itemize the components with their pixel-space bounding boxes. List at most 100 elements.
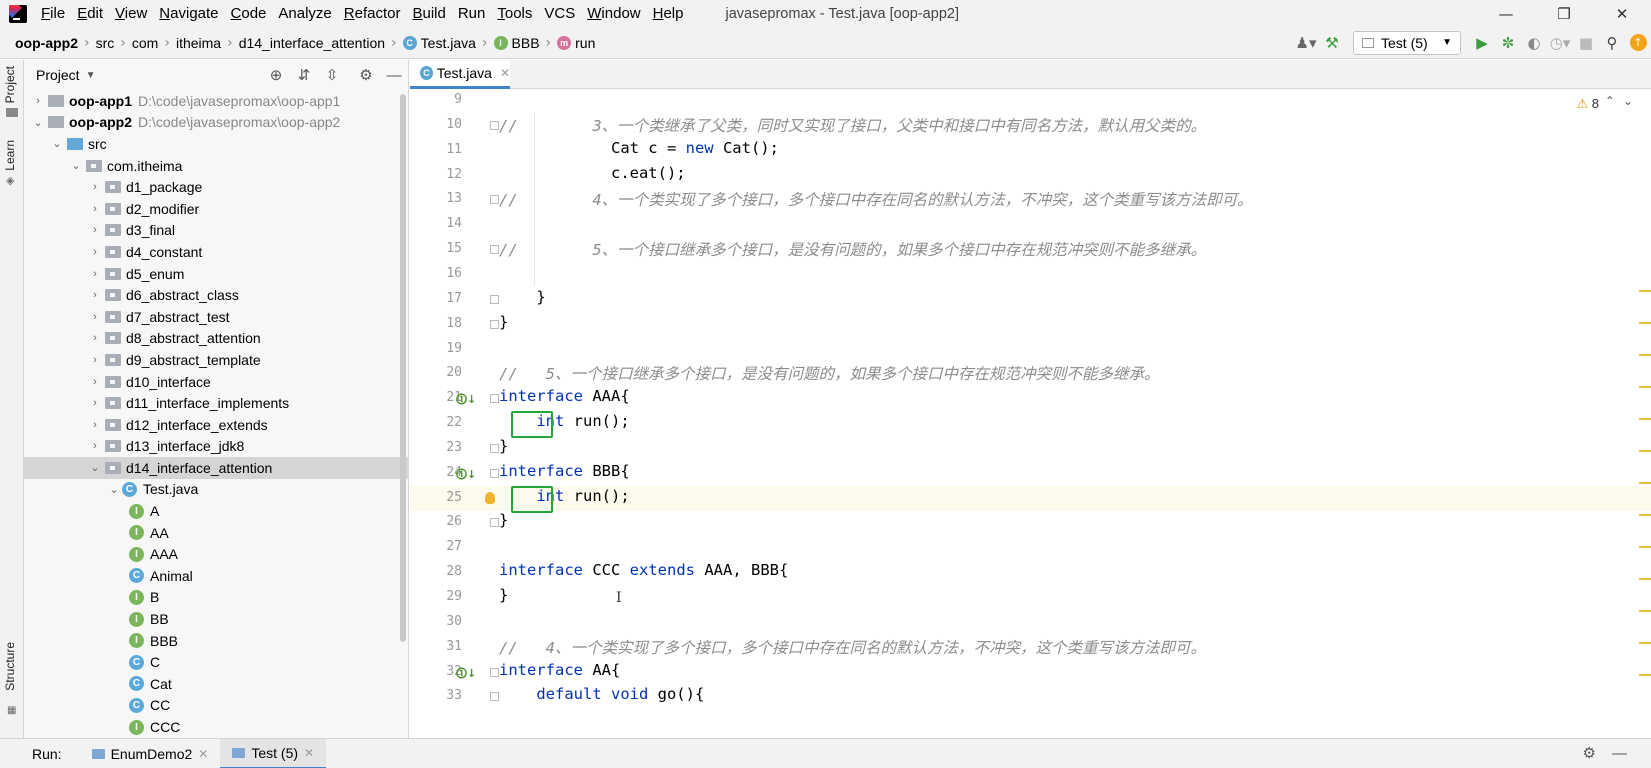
warning-stripe-mark[interactable] — [1639, 674, 1651, 676]
chevron-up-icon[interactable]: ⌃ — [1605, 94, 1623, 108]
chevron-right-icon[interactable]: › — [87, 181, 103, 193]
chevron-right-icon[interactable]: › — [87, 376, 103, 388]
intention-bulb-icon[interactable] — [485, 491, 495, 504]
learn-tool-tab[interactable]: Learn — [3, 140, 17, 171]
chevron-right-icon[interactable]: › — [87, 354, 103, 366]
tree-item[interactable]: IA — [24, 500, 408, 522]
tree-item[interactable]: I CCC — [24, 716, 408, 738]
run-tab[interactable]: Test (5) ✕ — [220, 738, 327, 768]
breadcrumb-item[interactable]: C Test.java — [402, 35, 476, 51]
tree-item[interactable]: › d7_abstract_test — [24, 306, 408, 328]
hide-panel-icon[interactable]: — — [380, 67, 408, 84]
fold-marker-icon[interactable] — [490, 195, 499, 205]
warning-stripe-mark[interactable] — [1639, 482, 1651, 484]
tree-item[interactable]: ⌄ oop-app2 D:\code\javasepromax\oop-app2 — [24, 112, 408, 134]
tree-item[interactable]: C Animal — [24, 565, 408, 587]
chevron-right-icon[interactable]: › — [87, 440, 103, 452]
profile-icon[interactable]: ◷▾ — [1547, 30, 1573, 56]
tree-item[interactable]: C CC — [24, 695, 408, 717]
chevron-right-icon[interactable]: › — [87, 246, 103, 258]
breadcrumb-item[interactable]: itheima — [176, 35, 221, 51]
run-tab[interactable]: EnumDemo2 ✕ — [80, 739, 221, 768]
implemented-icon[interactable]: ⓵↓ — [456, 665, 476, 681]
tree-item[interactable]: › d8_abstract_attention — [24, 328, 408, 350]
tree-item[interactable]: › d11_interface_implements — [24, 392, 408, 414]
collapse-all-icon[interactable]: ⇳ — [318, 66, 346, 84]
warning-stripe-mark[interactable] — [1639, 642, 1651, 644]
chevron-right-icon[interactable]: › — [87, 332, 103, 344]
tree-item[interactable]: ⌄ src — [24, 133, 408, 155]
fold-marker-icon[interactable] — [490, 468, 499, 478]
close-tab-icon[interactable]: ✕ — [198, 747, 208, 761]
warning-stripe-mark[interactable] — [1639, 354, 1651, 356]
search-icon[interactable]: ⚲ — [1599, 30, 1625, 56]
locate-icon[interactable]: ⊕ — [262, 66, 290, 84]
fold-marker-icon[interactable] — [490, 443, 499, 453]
minimize-icon[interactable]: — — [1477, 0, 1535, 27]
tree-item[interactable]: I AAA — [24, 543, 408, 565]
breadcrumb-item[interactable]: src — [96, 35, 115, 51]
debug-icon[interactable]: ✼ — [1495, 30, 1521, 56]
menu-item-edit[interactable]: Edit — [71, 5, 109, 22]
warning-stripe-mark[interactable] — [1639, 418, 1651, 420]
chevron-down-icon[interactable]: ⌄ — [1623, 94, 1641, 108]
chevron-right-icon[interactable]: › — [87, 311, 103, 323]
fold-marker-icon[interactable] — [490, 518, 499, 528]
tree-item[interactable]: › d13_interface_jdk8 — [24, 436, 408, 458]
gear-icon[interactable]: ⚙ — [1583, 745, 1612, 762]
chevron-down-icon[interactable]: ⌄ — [87, 461, 103, 474]
tree-item[interactable]: › d10_interface — [24, 371, 408, 393]
warning-stripe-mark[interactable] — [1639, 610, 1651, 612]
project-panel-title[interactable]: Project — [36, 67, 80, 83]
tree-item[interactable]: › d3_final — [24, 220, 408, 242]
chevron-right-icon[interactable]: › — [87, 203, 103, 215]
tree-item[interactable]: › d5_enum — [24, 263, 408, 285]
project-tool-tab[interactable]: Project — [3, 66, 17, 103]
menu-item-navigate[interactable]: Navigate — [153, 5, 224, 22]
menu-item-analyze[interactable]: Analyze — [272, 5, 337, 22]
implemented-icon[interactable]: ⓵↓ — [456, 466, 476, 482]
fold-marker-icon[interactable] — [490, 692, 499, 702]
tree-item[interactable]: C Cat — [24, 673, 408, 695]
warnings-indicator[interactable]: ⚠ 8 — [1576, 96, 1599, 112]
menu-item-vcs[interactable]: VCS — [538, 5, 581, 22]
tree-item[interactable]: › d4_constant — [24, 241, 408, 263]
chevron-down-icon[interactable]: ⌄ — [49, 137, 65, 150]
tab-test-java[interactable]: C Test.java ✕ — [410, 60, 510, 89]
tree-item[interactable]: › d9_abstract_template — [24, 349, 408, 371]
close-tab-icon[interactable]: ✕ — [500, 66, 510, 80]
tree-item[interactable]: › d1_package — [24, 176, 408, 198]
run-icon[interactable]: ▶ — [1469, 30, 1495, 56]
tree-item[interactable]: I BB — [24, 608, 408, 630]
tree-item[interactable]: I BBB — [24, 630, 408, 652]
chevron-right-icon[interactable]: › — [87, 397, 103, 409]
chevron-down-icon[interactable]: ▼ — [86, 70, 96, 81]
warning-stripe-mark[interactable] — [1639, 322, 1651, 324]
menu-item-view[interactable]: View — [109, 5, 153, 22]
tree-item[interactable]: IB — [24, 587, 408, 609]
menu-item-window[interactable]: Window — [581, 5, 646, 22]
chevron-right-icon[interactable]: › — [87, 419, 103, 431]
menu-item-code[interactable]: Code — [225, 5, 273, 22]
chevron-down-icon[interactable]: ⌄ — [68, 159, 84, 172]
menu-item-help[interactable]: Help — [647, 5, 690, 22]
breadcrumb-item[interactable]: d14_interface_attention — [239, 35, 385, 51]
warning-stripe-mark[interactable] — [1639, 290, 1651, 292]
stop-icon[interactable]: ■ — [1573, 30, 1599, 56]
coverage-icon[interactable]: ◐ — [1521, 30, 1547, 56]
hide-panel-icon[interactable]: — — [1612, 745, 1643, 762]
warning-stripe-mark[interactable] — [1639, 450, 1651, 452]
menu-item-run[interactable]: Run — [452, 5, 492, 22]
breadcrumb-item[interactable]: I BBB — [493, 35, 540, 51]
tree-item[interactable]: I AA — [24, 522, 408, 544]
update-icon[interactable]: ↑ — [1625, 30, 1651, 56]
build-hammer-icon[interactable]: ⚒ — [1319, 30, 1345, 56]
breadcrumb-item[interactable]: m run — [557, 35, 595, 51]
warning-stripe-mark[interactable] — [1639, 546, 1651, 548]
project-scrollbar[interactable] — [400, 94, 406, 642]
implemented-icon[interactable]: ⓵↓ — [456, 391, 476, 407]
structure-tool-tab[interactable]: Structure — [3, 642, 17, 691]
chevron-right-icon[interactable]: › — [87, 224, 103, 236]
tree-item[interactable]: ⌄ d14_interface_attention — [24, 457, 408, 479]
restore-icon[interactable]: ❐ — [1535, 0, 1593, 27]
